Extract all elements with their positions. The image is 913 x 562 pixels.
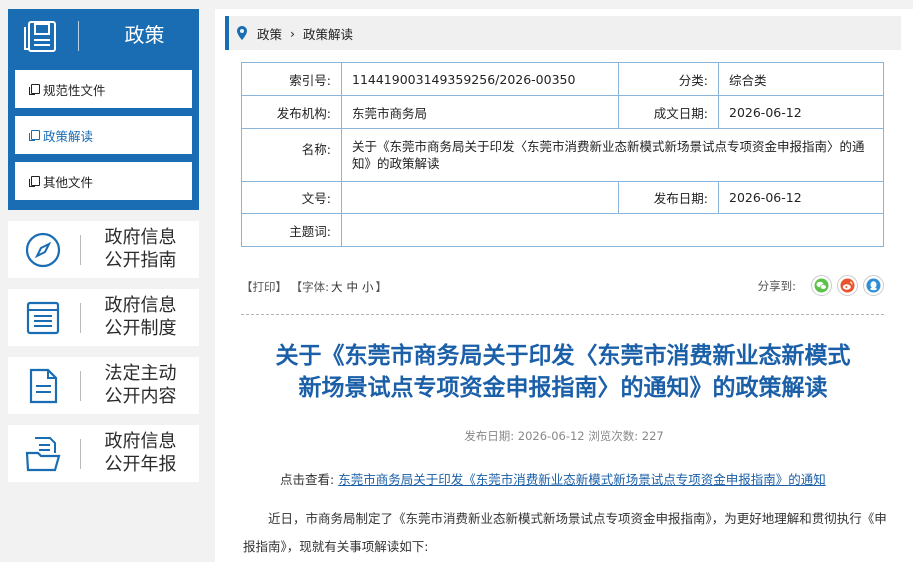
meta-value	[341, 213, 884, 247]
content-divider	[241, 314, 884, 315]
article-title-line: 关于《东莞市商务局关于印发〈东莞市消费新业态新模式	[275, 343, 851, 369]
sidebar-item-policy-interpretation[interactable]: 政策解读	[15, 116, 192, 154]
meta-value: 综合类	[718, 62, 884, 96]
block-title-line: 公开制度	[104, 318, 177, 339]
meta-value: 2026-06-12	[718, 95, 884, 129]
block-title-line: 政府信息	[104, 431, 177, 452]
sidebar-item-label: 规范性文件	[43, 82, 106, 98]
location-pin-icon	[237, 26, 247, 40]
block-divider	[80, 235, 81, 265]
share-weibo-button[interactable]	[837, 275, 858, 296]
article-paragraph: 近日，市商务局制定了《东莞市消费新业态新模式新场景试点专项资金申报指南》，为更好…	[243, 511, 887, 554]
share-bar: 分享到:	[758, 275, 884, 296]
sidebar-block-content[interactable]: 法定主动 公开内容	[8, 357, 199, 414]
meta-value: 关于《东莞市商务局关于印发〈东莞市消费新业态新模式新场景试点专项资金申报指南〉的…	[341, 128, 884, 182]
file-icon	[29, 84, 40, 95]
block-title-line: 政府信息	[104, 227, 177, 248]
sidebar-item-normative-docs[interactable]: 规范性文件	[15, 70, 192, 108]
header-divider	[78, 21, 79, 51]
folder-document-icon	[25, 437, 61, 472]
breadcrumb-root[interactable]: 政策	[257, 24, 282, 43]
block-divider	[80, 439, 81, 469]
block-divider	[80, 371, 81, 401]
meta-label: 文号:	[241, 181, 342, 214]
block-title-line: 公开指南	[104, 250, 177, 271]
meta-label: 索引号:	[241, 62, 342, 96]
meta-value	[341, 181, 619, 214]
meta-label: 成文日期:	[618, 95, 719, 129]
block-title: 政府信息 公开制度	[90, 294, 191, 340]
file-icon	[29, 130, 40, 141]
meta-value: 114419003149359256/2026-00350	[341, 62, 619, 96]
share-qq-button[interactable]	[863, 275, 884, 296]
font-large-button[interactable]: 大	[331, 280, 343, 294]
print-button[interactable]: 【打印】	[241, 280, 287, 294]
sidebar: 政策 规范性文件 政策解读 其他文件 政府信息 公开指南 政府信息 公开制度 法…	[8, 9, 199, 482]
meta-label: 发布机构:	[241, 95, 342, 129]
meta-label: 主题词:	[241, 213, 342, 247]
block-title-line: 公开年报	[104, 454, 177, 475]
block-title: 法定主动 公开内容	[90, 362, 191, 408]
meta-value: 2026-06-12	[718, 181, 884, 214]
breadcrumb: 政策 › 政策解读	[225, 16, 901, 50]
sidebar-block-guide[interactable]: 政府信息 公开指南	[8, 221, 199, 278]
block-title-line: 政府信息	[104, 295, 177, 316]
sidebar-item-other-docs[interactable]: 其他文件	[15, 162, 192, 200]
wechat-icon	[814, 278, 829, 293]
article-title-line: 新场景试点专项资金申报指南〉的通知》的政策解读	[298, 375, 828, 401]
main-content: 政策 › 政策解读 索引号: 114419003149359256/2026-0…	[215, 9, 913, 562]
related-document-link[interactable]: 东莞市商务局关于印发《东莞市消费新业态新模式新场景试点专项资金申报指南》的通知	[338, 472, 826, 487]
file-icon	[29, 176, 40, 187]
document-icon	[24, 21, 56, 52]
related-link-prefix: 点击查看:	[280, 472, 335, 487]
share-wechat-button[interactable]	[811, 275, 832, 296]
meta-label: 名称:	[241, 128, 342, 182]
article-toolbar: 【打印】 【字体: 大中小】 分享到:	[241, 275, 884, 297]
block-title: 政府信息 公开年报	[90, 430, 191, 476]
block-title: 政府信息 公开指南	[90, 226, 191, 272]
text-file-icon	[29, 368, 58, 404]
sidebar-title: 政策	[124, 23, 165, 47]
font-medium-button[interactable]: 中	[347, 280, 359, 294]
meta-label: 发布日期:	[618, 181, 719, 214]
block-title-line: 法定主动	[104, 363, 177, 384]
sidebar-item-label: 其他文件	[43, 174, 94, 190]
meta-label: 分类:	[618, 62, 719, 96]
block-divider	[80, 303, 81, 333]
article-pub-info: 发布日期: 2026-06-12 浏览次数: 227	[464, 429, 664, 443]
sidebar-header[interactable]: 政策	[8, 9, 199, 62]
font-size-suffix: 】	[375, 280, 388, 294]
qq-icon	[866, 278, 881, 293]
sidebar-item-label: 政策解读	[43, 128, 94, 144]
article-title: 关于《东莞市商务局关于印发〈东莞市消费新业态新模式 新场景试点专项资金申报指南〉…	[233, 340, 893, 404]
list-document-icon	[26, 301, 60, 335]
share-label: 分享到:	[757, 278, 796, 293]
meta-value: 东莞市商务局	[341, 95, 619, 129]
breadcrumb-separator: ›	[290, 25, 296, 41]
sidebar-block-annual-report[interactable]: 政府信息 公开年报	[8, 425, 199, 482]
weibo-icon	[840, 278, 855, 293]
block-title-line: 公开内容	[104, 386, 177, 407]
font-size-prefix: 【字体:	[290, 280, 330, 294]
toolbar-left: 【打印】 【字体: 大中小】	[241, 279, 387, 295]
compass-icon	[25, 232, 61, 268]
related-link-line: 点击查看: 东莞市商务局关于印发《东莞市消费新业态新模式新场景试点专项资金申报指…	[280, 469, 826, 488]
document-meta-table: 索引号: 114419003149359256/2026-00350 分类: 综…	[241, 62, 884, 247]
breadcrumb-current[interactable]: 政策解读	[303, 24, 353, 43]
sidebar-submenu: 规范性文件 政策解读 其他文件	[8, 62, 199, 210]
sidebar-block-system[interactable]: 政府信息 公开制度	[8, 289, 199, 346]
font-small-button[interactable]: 小	[362, 280, 374, 294]
